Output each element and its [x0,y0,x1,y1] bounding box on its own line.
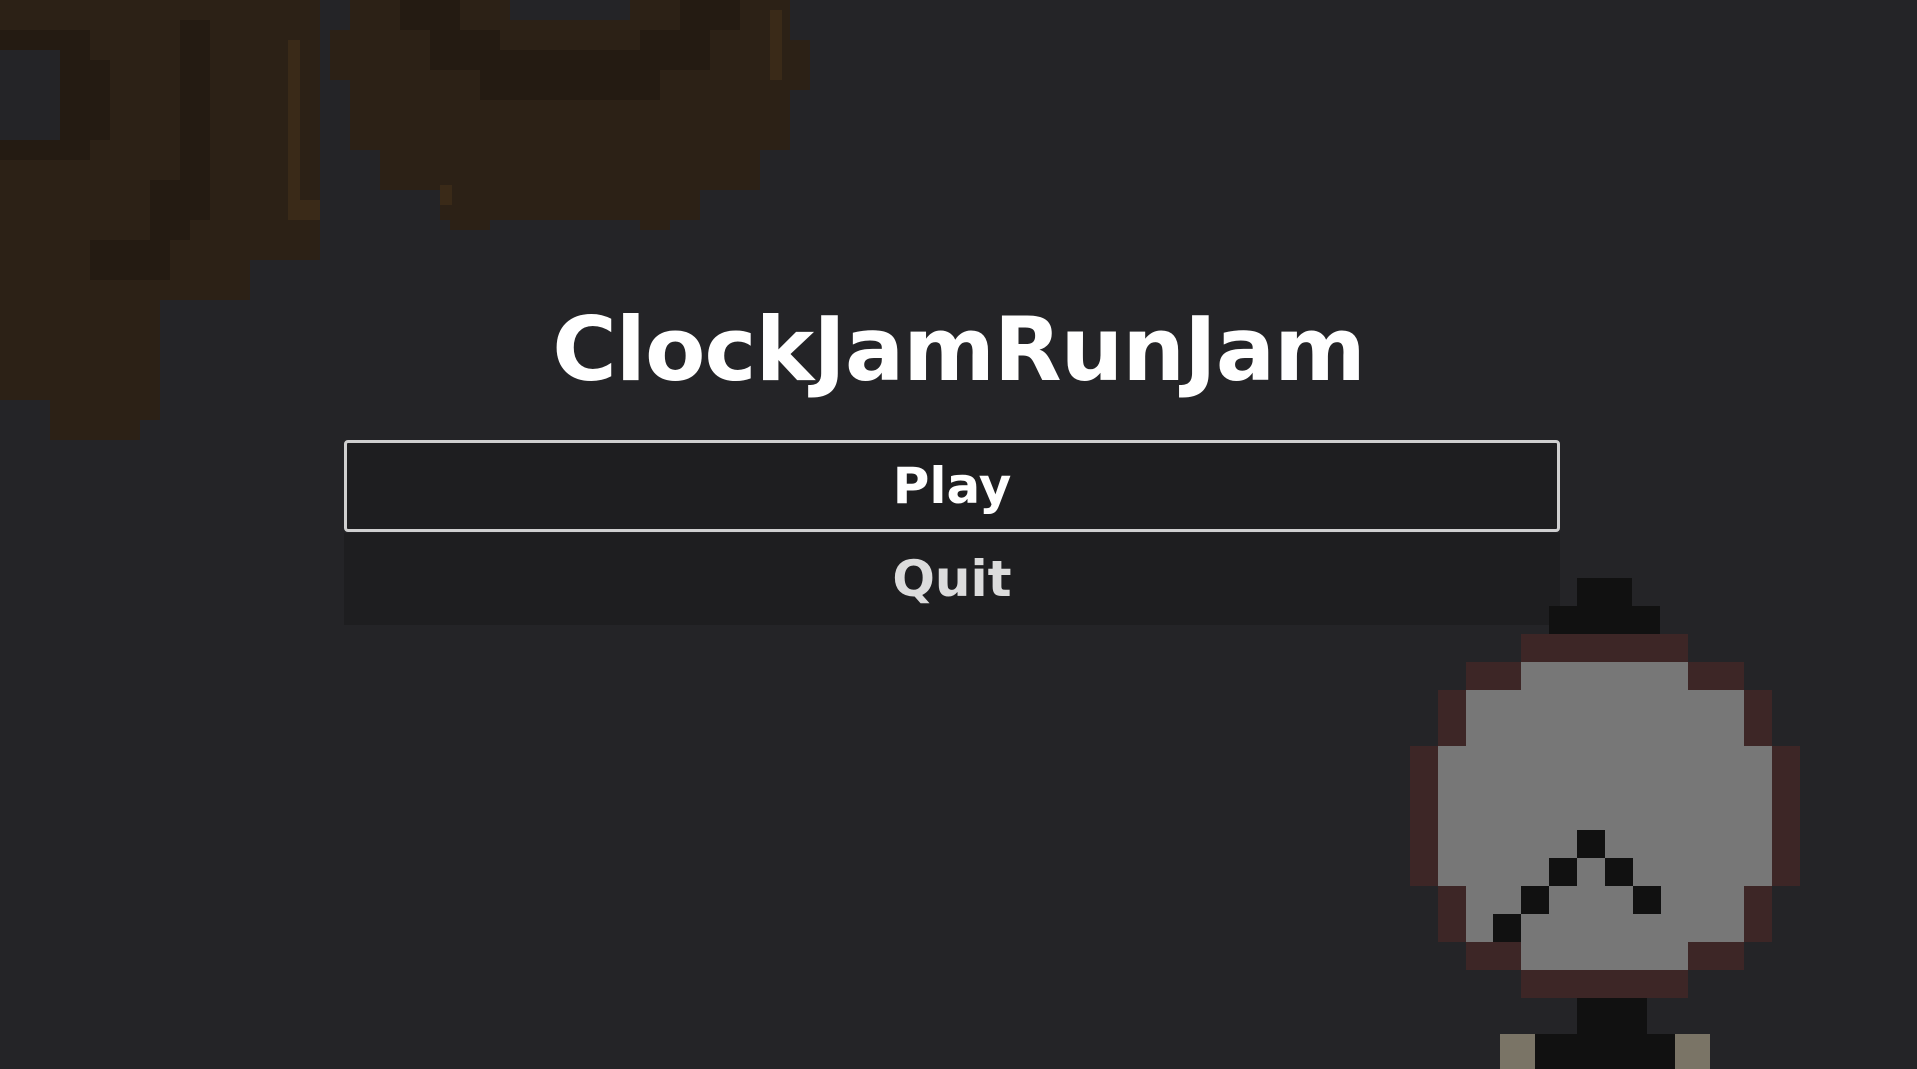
main-menu-screen: ClockJamRunJam Play Quit [0,0,1917,1069]
clock-character-icon [1410,578,1800,1069]
quit-button-label: Quit [892,550,1012,608]
game-title: ClockJamRunJam [552,298,1366,401]
play-button-label: Play [892,457,1012,515]
quit-button[interactable]: Quit [344,533,1560,625]
play-button[interactable]: Play [344,440,1560,532]
